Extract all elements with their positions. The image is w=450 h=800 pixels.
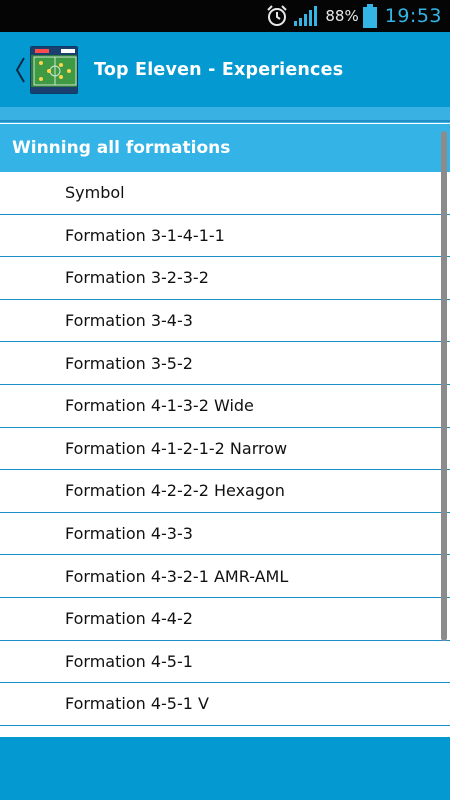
battery-icon xyxy=(362,4,377,28)
list-item[interactable]: Formation 3-2-3-2 xyxy=(0,257,450,300)
clock: 19:53 xyxy=(384,5,442,27)
list-item[interactable]: Formation 4-3-3 xyxy=(0,512,450,556)
status-bar: 88% 19:53 xyxy=(0,0,450,32)
list-item[interactable]: Formation 4-5-1 xyxy=(0,640,450,684)
scrollbar[interactable] xyxy=(441,131,447,641)
list-item[interactable]: Formation 4-1-3-2 Wide xyxy=(0,384,450,428)
list-item[interactable]: Symbol xyxy=(0,172,450,215)
bottom-bar xyxy=(0,737,450,800)
action-bar: Top Eleven - Experiences xyxy=(0,32,450,107)
app-title: Top Eleven - Experiences xyxy=(94,59,344,80)
signal-strength-icon xyxy=(294,6,318,26)
list-item[interactable]: Formation 3-4-3 xyxy=(0,299,450,343)
list-item[interactable]: Formation 4-2-2-2 Hexagon xyxy=(0,470,450,513)
app-logo-icon[interactable] xyxy=(30,45,78,94)
section-header: Winning all formations xyxy=(0,124,450,172)
alarm-clock-icon xyxy=(267,5,288,26)
header-divider xyxy=(0,120,450,122)
list-item[interactable]: Formation 4-4-2 xyxy=(0,597,450,641)
up-caret-icon[interactable] xyxy=(14,55,28,85)
list-item[interactable]: Formation 3-1-4-1-1 xyxy=(0,214,450,258)
battery-percent: 88% xyxy=(325,7,359,25)
list-item[interactable]: Formation 4-5-1 V xyxy=(0,683,450,726)
list-item[interactable]: Formation 3-5-2 xyxy=(0,342,450,385)
list-item[interactable]: Formation 4-1-2-1-2 Narrow xyxy=(0,427,450,471)
list-item[interactable]: Formation 4-3-2-1 AMR-AML xyxy=(0,555,450,598)
formation-list: Symbol Formation 3-1-4-1-1 Formation 3-2… xyxy=(0,172,450,737)
